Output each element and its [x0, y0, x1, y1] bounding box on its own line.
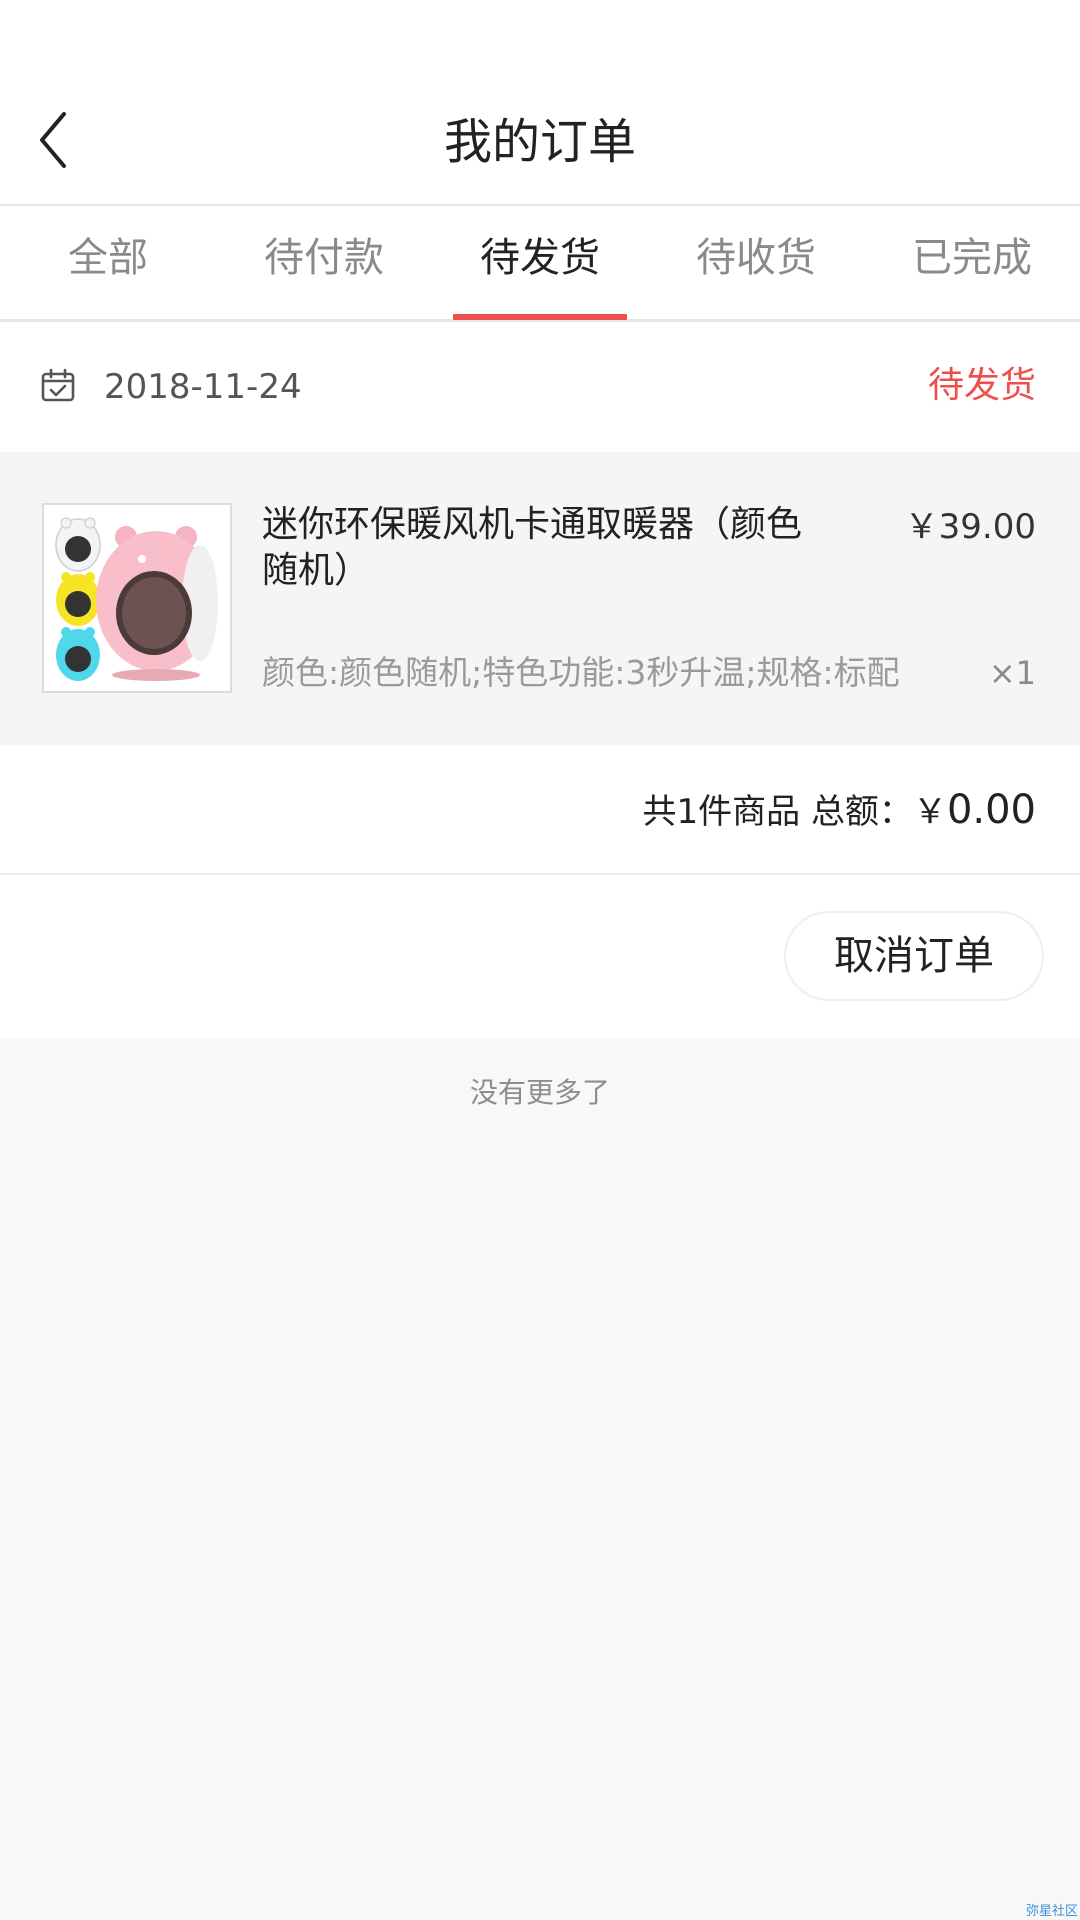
- tab-pending-receipt[interactable]: 待收货: [648, 206, 864, 319]
- calendar-icon: [41, 368, 75, 402]
- total-label: 总额：: [810, 792, 913, 832]
- watermark: 弥星社区: [1025, 1904, 1078, 1919]
- order-summary: 共1件商品 总额：￥0.00: [0, 745, 1080, 875]
- order-tabs: 全部 待付款 待发货 待收货 已完成: [0, 206, 1080, 322]
- product-image[interactable]: [42, 503, 232, 693]
- order-date: 2018-11-24: [104, 367, 302, 407]
- summary-line: 共1件商品 总额：￥0.00: [642, 783, 1036, 839]
- cancel-order-button[interactable]: 取消订单: [784, 911, 1044, 1001]
- product-row[interactable]: 迷你环保暖风机卡通取暖器（颜色随机） ￥39.00 颜色:颜色随机;特色功能:3…: [0, 452, 1080, 745]
- status-bar: [0, 0, 1080, 82]
- item-count: 共1件商品: [642, 792, 801, 832]
- product-name[interactable]: 迷你环保暖风机卡通取暖器（颜色随机）: [262, 502, 832, 594]
- order-actions: 取消订单: [0, 875, 1080, 1039]
- tab-pending-payment[interactable]: 待付款: [216, 206, 432, 319]
- heater-product-image: [55, 517, 218, 681]
- tab-all[interactable]: 全部: [0, 206, 216, 319]
- page-title: 我的订单: [443, 114, 636, 170]
- total-amount: 0.00: [946, 787, 1036, 833]
- product-price: ￥39.00: [904, 507, 1036, 547]
- header: 我的订单: [0, 82, 1080, 206]
- order-header: 2018-11-24 待发货: [0, 322, 1080, 452]
- currency-symbol: ￥: [912, 792, 947, 832]
- product-spec: 颜色:颜色随机;特色功能:3秒升温;规格:标配: [262, 653, 900, 692]
- no-more-text: 没有更多了: [469, 1076, 610, 1109]
- product-quantity: ×1: [988, 654, 1036, 692]
- tab-pending-shipment[interactable]: 待发货: [432, 206, 648, 320]
- order-status: 待发货: [927, 365, 1036, 406]
- tab-completed[interactable]: 已完成: [864, 206, 1080, 319]
